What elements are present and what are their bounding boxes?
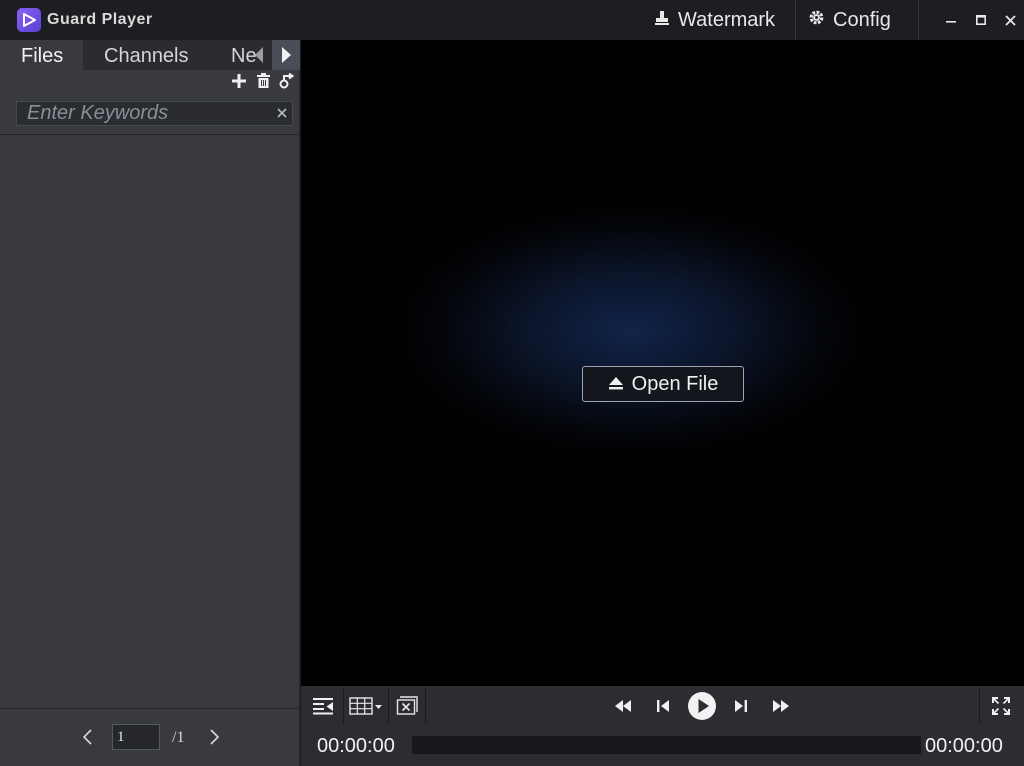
step-forward-icon[interactable] (726, 686, 756, 726)
control-bar (301, 686, 1024, 726)
close-icon[interactable] (1000, 10, 1020, 30)
config-label: Config (833, 8, 891, 31)
video-canvas[interactable]: Open File (301, 40, 1024, 686)
sidebar-footer-divider (0, 708, 300, 709)
play-icon[interactable] (685, 686, 719, 726)
clear-icon[interactable] (273, 104, 291, 122)
eject-icon (608, 373, 624, 396)
control-divider (979, 688, 980, 724)
chevron-left-icon[interactable] (80, 727, 96, 747)
time-bar: 00:00:00 00:00:00 (301, 726, 1024, 766)
minimize-icon[interactable] (941, 10, 961, 30)
tab-scroll-left-button[interactable] (251, 44, 269, 66)
control-divider (425, 688, 426, 724)
watermark-label: Watermark (678, 8, 776, 31)
maximize-icon[interactable] (971, 10, 991, 30)
tab-files[interactable]: Files (0, 40, 83, 70)
player-logo-icon (17, 8, 41, 32)
search-input[interactable] (17, 102, 267, 125)
tab-channels[interactable]: Channels (104, 40, 189, 70)
fullscreen-icon[interactable] (985, 686, 1017, 726)
watermark-button[interactable]: Watermark (654, 0, 775, 40)
tab-scroll-right-button[interactable] (272, 40, 300, 70)
page-number-input[interactable] (112, 724, 160, 750)
playlist-toggle-icon[interactable] (303, 686, 343, 726)
sidebar-divider (0, 134, 300, 135)
gear-icon (808, 9, 825, 32)
delete-icon[interactable] (256, 73, 271, 91)
total-time: 00:00:00 (925, 735, 1003, 757)
pager: /1 (0, 723, 300, 751)
search-box (16, 101, 293, 126)
fast-forward-icon[interactable] (766, 686, 796, 726)
sidebar-tabs: Files Channels Ne (0, 40, 300, 70)
open-file-button[interactable]: Open File (582, 366, 744, 402)
title-bar: Guard Player Watermark Config (0, 0, 1024, 40)
open-file-label: Open File (631, 372, 719, 395)
sidebar: Files Channels Ne /1 (0, 40, 300, 766)
page-total: /1 (172, 729, 185, 746)
step-backward-icon[interactable] (648, 686, 678, 726)
current-time: 00:00:00 (317, 735, 395, 757)
titlebar-divider (918, 0, 919, 40)
app-title: Guard Player (47, 11, 153, 28)
titlebar-divider (795, 0, 796, 40)
chevron-right-icon[interactable] (206, 727, 222, 747)
config-button[interactable]: Config (808, 0, 891, 40)
fast-backward-icon[interactable] (608, 686, 638, 726)
add-icon[interactable] (231, 73, 247, 91)
progress-bar[interactable] (412, 736, 921, 754)
rename-icon[interactable] (279, 72, 295, 91)
close-all-icon[interactable] (389, 686, 425, 726)
stamp-icon (654, 9, 670, 32)
grid-layout-icon[interactable] (344, 686, 388, 726)
